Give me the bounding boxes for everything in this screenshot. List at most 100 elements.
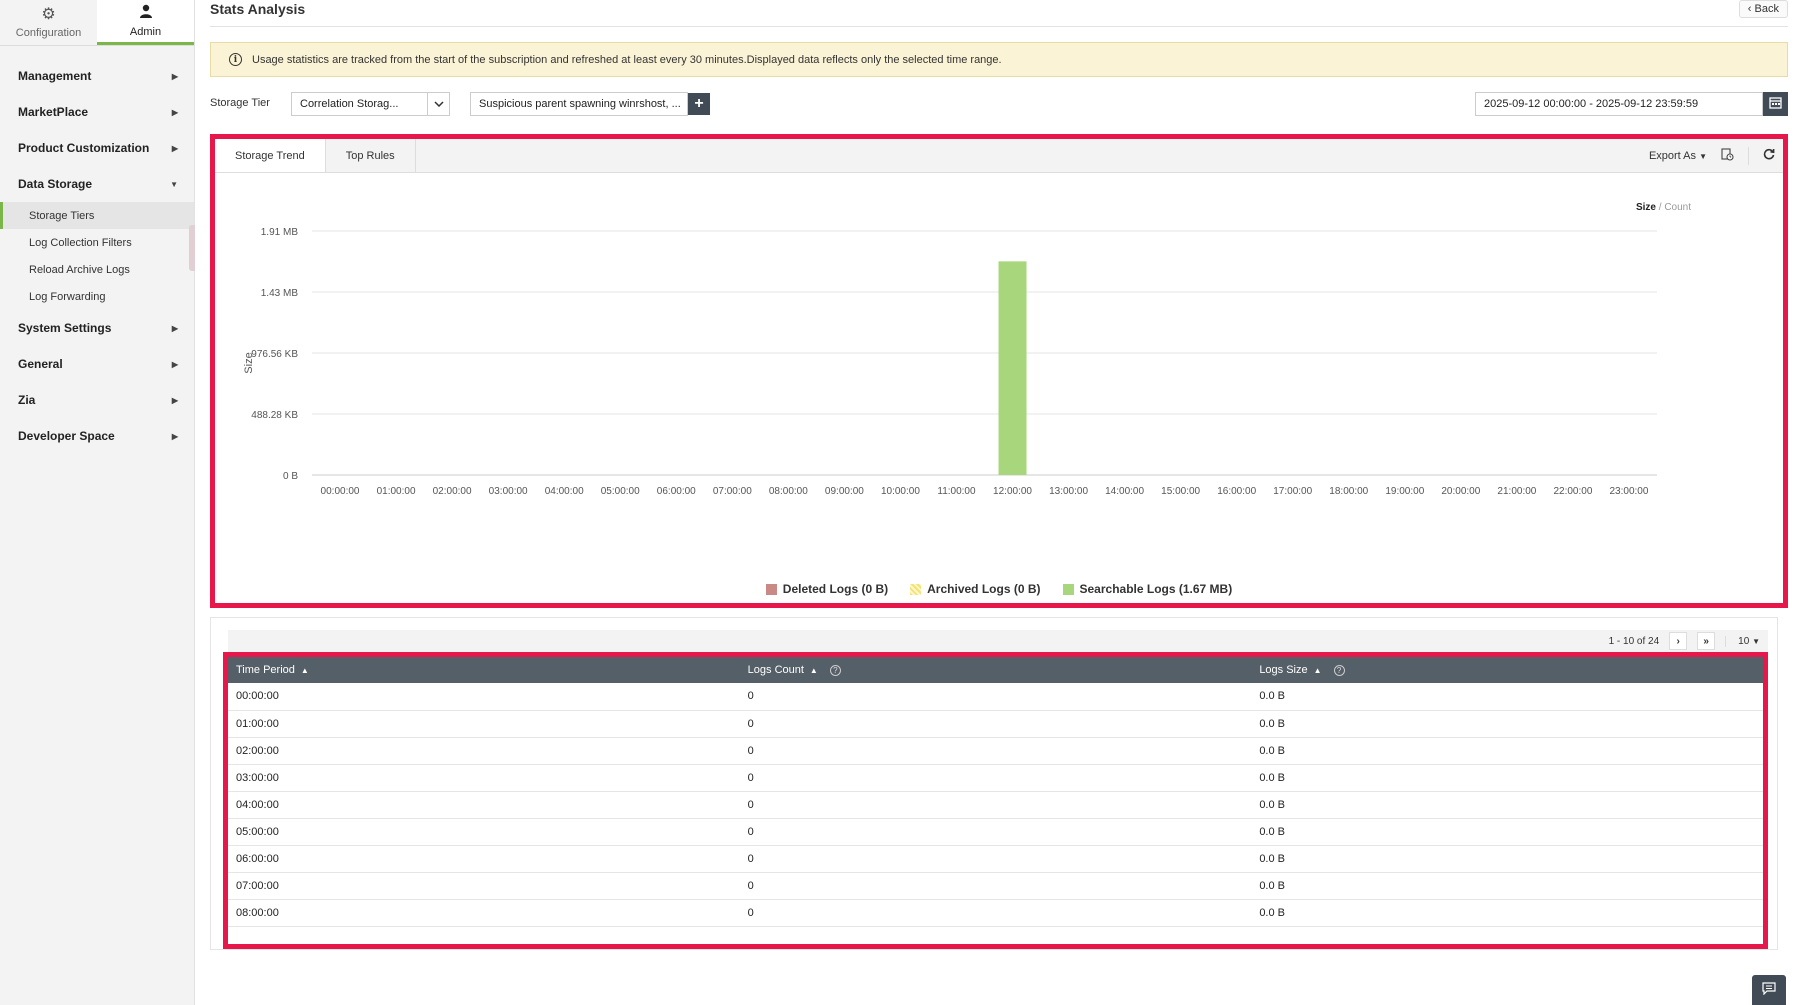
calendar-icon — [1769, 96, 1782, 112]
sidebar-item-product-customization[interactable]: Product Customization ▶ — [0, 130, 194, 166]
legend-searchable-logs[interactable]: Searchable Logs (1.67 MB) — [1062, 582, 1233, 596]
sidebar-item-zia[interactable]: Zia ▶ — [0, 382, 194, 418]
legend-archived-logs[interactable]: Archived Logs (0 B) — [910, 582, 1041, 596]
x-tick-label: 05:00:00 — [601, 486, 640, 497]
caret-right-icon: ▶ — [171, 395, 178, 405]
sidebar-item-developer-space[interactable]: Developer Space ▶ — [0, 418, 194, 454]
sidebar-item-management[interactable]: Management ▶ — [0, 58, 194, 94]
sidebar-item-log-forwarding[interactable]: Log Forwarding — [0, 283, 194, 310]
count-toggle[interactable]: Count — [1664, 202, 1691, 213]
time-period-cell: 03:00:00 — [228, 764, 740, 792]
sidebar-item-reload-archive-logs[interactable]: Reload Archive Logs — [0, 256, 194, 283]
time-period-cell: 06:00:00 — [228, 845, 740, 873]
sort-asc-icon[interactable]: ▲ — [301, 666, 309, 675]
legend-swatch-deleted — [765, 583, 777, 595]
x-tick-label: 20:00:00 — [1441, 486, 1480, 497]
add-rule-button[interactable]: + — [688, 93, 710, 115]
sidebar-item-data-storage[interactable]: Data Storage ▼ — [0, 166, 194, 202]
size-count-toggle: Size / Count — [1636, 202, 1691, 213]
logs-count-cell: 0 — [739, 683, 1252, 711]
column-time-period[interactable]: Time Period ▲ — [228, 657, 740, 683]
sidebar-item-storage-tiers[interactable]: Storage Tiers — [0, 202, 194, 229]
logs-count-cell: 0 — [739, 899, 1252, 927]
caret-down-icon: ▼ — [1699, 151, 1707, 161]
y-tick-label: 0 B — [283, 471, 298, 482]
x-tick-label: 15:00:00 — [1161, 486, 1200, 497]
storage-tier-select[interactable]: Correlation Storag... — [291, 92, 450, 116]
x-tick-label: 06:00:00 — [657, 486, 696, 497]
sidebar-item-label: System Settings — [18, 321, 112, 335]
sort-asc-icon[interactable]: ▲ — [1314, 666, 1322, 675]
help-icon[interactable]: ? — [829, 665, 841, 676]
export-as-dropdown[interactable]: Export As ▼ — [1649, 150, 1707, 162]
table-row: 01:00:00 0 0.0 B — [228, 710, 1763, 738]
chart-tools: Export As ▼ — [1649, 139, 1775, 172]
time-period-cell: 05:00:00 — [228, 818, 740, 846]
pagination-bar: 1 - 10 of 24 › » 10 ▼ — [228, 630, 1768, 652]
table-header-row: Time Period ▲ Logs Count ▲? Logs Size ▲? — [228, 657, 1763, 683]
legend-deleted-logs[interactable]: Deleted Logs (0 B) — [765, 582, 888, 596]
column-logs-size[interactable]: Logs Size ▲? — [1251, 657, 1763, 683]
x-tick-label: 03:00:00 — [489, 486, 528, 497]
user-icon — [139, 4, 153, 22]
tab-storage-trend[interactable]: Storage Trend — [215, 139, 326, 172]
sidebar-collapse-handle[interactable] — [189, 225, 195, 271]
storage-trend-chart: 0 B 488.28 KB 976.56 KB 1.43 MB 1.91 MB Size 0… — [243, 227, 1657, 497]
logs-size-cell: 0.0 B — [1251, 710, 1763, 738]
date-range-value: 2025-09-12 00:00:00 - 2025-09-12 23:59:5… — [1484, 98, 1699, 110]
sort-asc-icon[interactable]: ▲ — [810, 666, 818, 675]
last-page-button[interactable]: » — [1697, 632, 1716, 650]
x-tick-label: 13:00:00 — [1049, 486, 1088, 497]
calendar-button[interactable] — [1763, 92, 1788, 116]
time-period-cell: 01:00:00 — [228, 710, 740, 738]
legend-swatch-archived — [910, 583, 922, 595]
per-page-select[interactable]: 10 ▼ — [1725, 635, 1760, 647]
x-tick-label: 11:00:00 — [937, 486, 976, 497]
help-icon[interactable]: ? — [1333, 665, 1345, 676]
back-label: Back — [1754, 3, 1779, 15]
sidebar-item-general[interactable]: General ▶ — [0, 346, 194, 382]
x-tick-label: 09:00:00 — [825, 486, 864, 497]
rule-select[interactable]: Suspicious parent spawning winrshost, ..… — [470, 92, 688, 116]
rule-value: Suspicious parent spawning winrshost, ..… — [479, 98, 681, 110]
nav-configuration[interactable]: ⚙ Configuration — [0, 0, 97, 45]
sidebar-item-marketplace[interactable]: MarketPlace ▶ — [0, 94, 194, 130]
nav-admin[interactable]: Admin — [97, 0, 194, 45]
date-range-input[interactable]: 2025-09-12 00:00:00 - 2025-09-12 23:59:5… — [1475, 92, 1763, 116]
info-banner-text: Usage statistics are tracked from the st… — [252, 53, 1002, 66]
legend-label-searchable: Searchable Logs (1.67 MB) — [1079, 582, 1233, 596]
logs-count-cell: 0 — [739, 764, 1252, 792]
tab-top-rules[interactable]: Top Rules — [326, 139, 416, 172]
legend-swatch-searchable — [1062, 583, 1074, 595]
table-row: 00:00:00 0 0.0 B — [228, 683, 1763, 711]
caret-down-icon: ▼ — [170, 179, 178, 189]
chat-button[interactable] — [1752, 975, 1786, 1005]
chat-icon — [1762, 982, 1776, 998]
sidebar-item-label: General — [18, 357, 63, 371]
size-toggle[interactable]: Size — [1636, 202, 1656, 213]
gear-icon: ⚙ — [41, 5, 56, 23]
back-button[interactable]: ‹ Back — [1738, 0, 1788, 18]
column-logs-count[interactable]: Logs Count ▲? — [740, 657, 1252, 683]
next-page-button[interactable]: › — [1669, 632, 1688, 650]
sidebar-item-label: MarketPlace — [18, 105, 89, 119]
caret-right-icon: ▶ — [171, 71, 178, 81]
x-tick-label: 10:00:00 — [881, 486, 920, 497]
stats-table-frame: Time Period ▲ Logs Count ▲? Logs Size ▲? 00… — [223, 652, 1768, 949]
x-tick-label: 02:00:00 — [433, 486, 472, 497]
table-body: 00:00:00 0 0.0 B 01:00:00 0 0.0 B 02:00:00 0 0.0… — [228, 683, 1763, 927]
sidebar-item-system-settings[interactable]: System Settings ▶ — [0, 310, 194, 346]
table-row: 06:00:00 0 0.0 B — [228, 845, 1763, 873]
top-nav: ⚙ Configuration Admin — [0, 0, 194, 46]
schedule-report-icon[interactable] — [1721, 147, 1734, 164]
logs-count-cell: 0 — [739, 818, 1252, 846]
caret-down-icon: ▼ — [1752, 636, 1760, 646]
y-tick-label: 1.91 MB — [261, 227, 299, 238]
sidebar-item-log-collection-filters[interactable]: Log Collection Filters — [0, 229, 194, 256]
logs-size-cell: 0.0 B — [1251, 872, 1763, 900]
caret-right-icon: ▶ — [171, 323, 178, 333]
per-page-value: 10 — [1738, 635, 1750, 647]
storage-trend-panel: Storage Trend Top Rules Export As ▼ Size… — [210, 134, 1788, 608]
x-tick-label: 17:00:00 — [1273, 486, 1312, 497]
refresh-icon[interactable] — [1763, 148, 1775, 163]
